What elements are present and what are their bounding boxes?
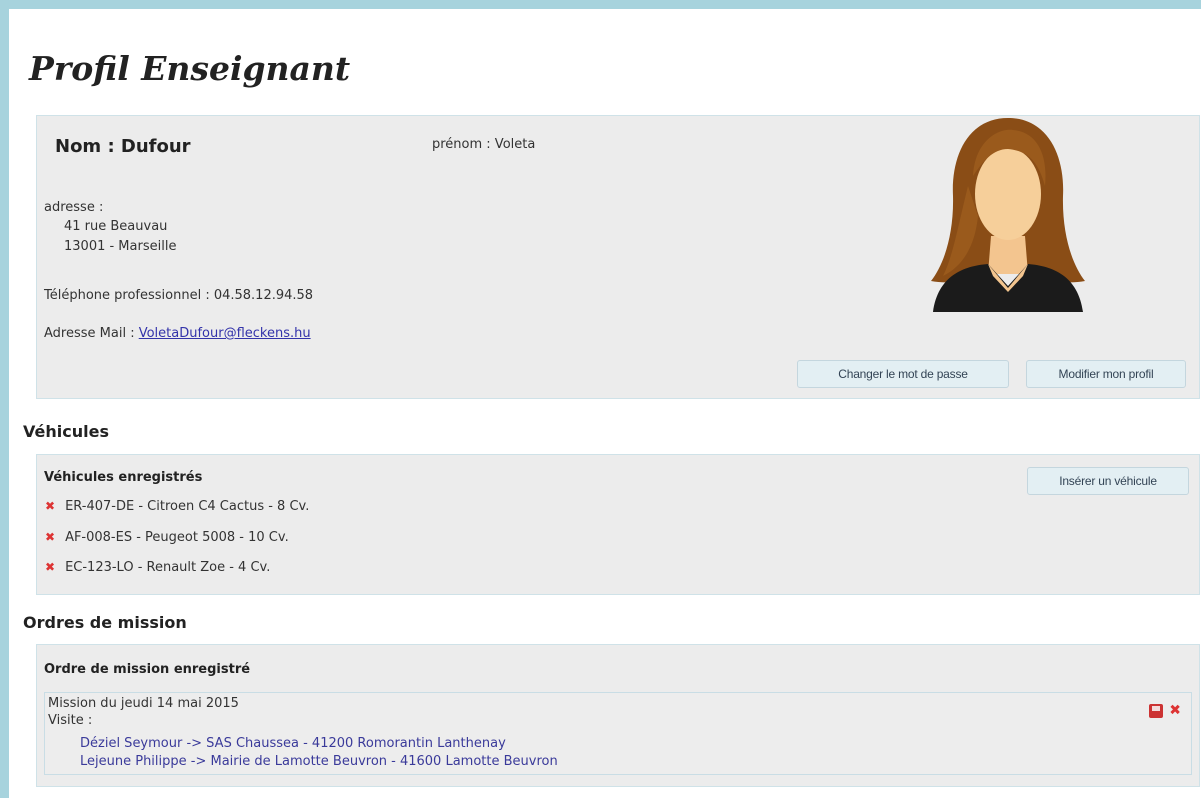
phone-number: Téléphone professionnel : 04.58.12.94.58 <box>44 288 314 303</box>
page-title: Profil Enseignant <box>29 49 351 88</box>
profile-panel: Nom : Dufour prénom : Voleta adresse : 4… <box>36 115 1200 399</box>
print-icon[interactable] <box>1149 703 1164 718</box>
vehicle-item: ✖ ER-407-DE - Citroen C4 Cactus - 8 Cv. <box>45 499 309 514</box>
teacher-name: Nom : Dufour <box>55 136 191 157</box>
vehicle-label: AF-008-ES - Peugeot 5008 - 10 Cv. <box>65 530 289 545</box>
delete-icon[interactable]: ✖ <box>45 499 55 513</box>
mission-actions: ✖ <box>1149 700 1181 719</box>
visit-label: Visite : <box>48 713 93 728</box>
delete-icon[interactable]: ✖ <box>1169 703 1181 719</box>
vehicle-item: ✖ AF-008-ES - Peugeot 5008 - 10 Cv. <box>45 530 289 545</box>
missions-section-title: Ordres de mission <box>23 613 187 632</box>
email-label: Adresse Mail : <box>44 326 135 341</box>
edit-profile-button[interactable]: Modifier mon profil <box>1026 360 1186 388</box>
missions-subtitle: Ordre de mission enregistré <box>44 662 251 677</box>
change-password-button[interactable]: Changer le mot de passe <box>797 360 1009 388</box>
mission-card: Mission du jeudi 14 mai 2015 Visite : Dé… <box>44 692 1192 775</box>
teacher-firstname: prénom : Voleta <box>432 137 536 152</box>
vehicle-item: ✖ EC-123-LO - Renault Zoe - 4 Cv. <box>45 560 270 575</box>
page-frame: Profil Enseignant Nom : Dufour prénom : … <box>0 0 1201 798</box>
address-street: 41 rue Beauvau <box>64 219 168 234</box>
missions-panel: Ordre de mission enregistré Mission du j… <box>36 644 1200 787</box>
email-link[interactable]: VoletaDufour@fleckens.hu <box>139 326 311 341</box>
address-label: adresse : <box>44 200 104 215</box>
visit-item[interactable]: Lejeune Philippe -> Mairie de Lamotte Be… <box>80 754 558 769</box>
vehicle-label: ER-407-DE - Citroen C4 Cactus - 8 Cv. <box>65 499 310 514</box>
user-avatar-icon <box>931 118 1085 312</box>
vehicle-label: EC-123-LO - Renault Zoe - 4 Cv. <box>65 560 271 575</box>
mission-title: Mission du jeudi 14 mai 2015 <box>48 696 239 711</box>
email-row: Adresse Mail : VoletaDufour@fleckens.hu <box>44 326 311 341</box>
delete-icon[interactable]: ✖ <box>45 530 55 544</box>
insert-vehicle-button[interactable]: Insérer un véhicule <box>1027 467 1189 495</box>
visit-item[interactable]: Déziel Seymour -> SAS Chaussea - 41200 R… <box>80 736 506 751</box>
vehicles-section-title: Véhicules <box>23 422 109 441</box>
address-city: 13001 - Marseille <box>64 239 177 254</box>
vehicles-panel: Véhicules enregistrés Insérer un véhicul… <box>36 454 1200 595</box>
vehicles-subtitle: Véhicules enregistrés <box>44 470 203 485</box>
delete-icon[interactable]: ✖ <box>45 560 55 574</box>
